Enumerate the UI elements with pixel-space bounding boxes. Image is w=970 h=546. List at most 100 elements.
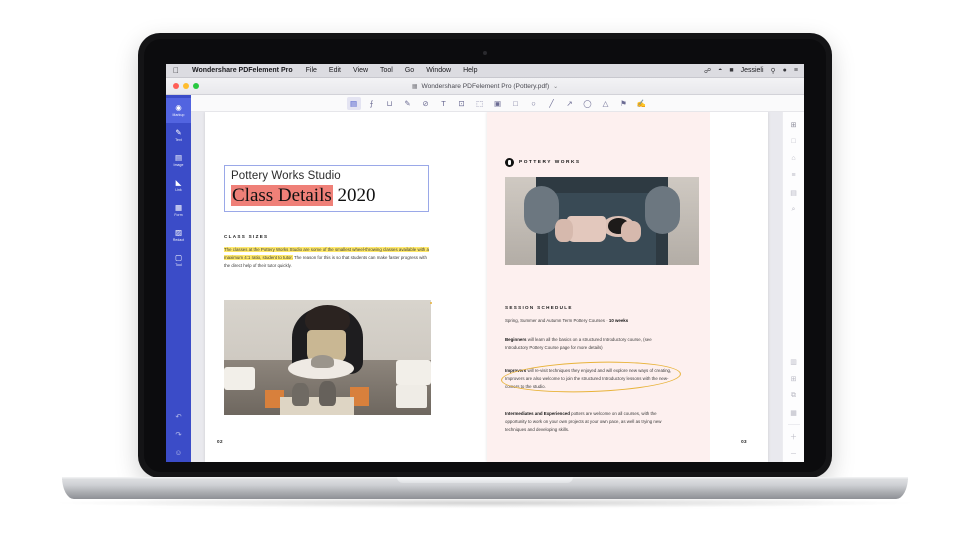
sidebar-item-image[interactable]: ▤ Image xyxy=(166,148,191,173)
section-heading-class-sizes: CLASS SIZES xyxy=(224,234,269,239)
highlight-icon[interactable]: ▤ xyxy=(346,96,361,110)
account-icon: ☺ xyxy=(174,448,183,458)
sidebar-item-redact[interactable]: ▨ Redact xyxy=(166,223,191,248)
beginners-label: Beginners xyxy=(505,337,527,342)
laptop-base-notch xyxy=(397,477,573,483)
image-icon: ▤ xyxy=(174,153,183,163)
zoom-in-icon[interactable]: ＋ xyxy=(783,428,805,445)
document-icon: ▦ xyxy=(411,83,418,90)
sidebar-label-markup: Markup xyxy=(172,112,185,117)
search-icon[interactable]: ⚲ xyxy=(771,67,776,75)
brand-lockup: POTTERY WORKS xyxy=(505,158,581,167)
oval-icon[interactable]: ◯ xyxy=(581,97,595,110)
doc-subtitle: Pottery Works Studio xyxy=(231,170,341,182)
app-titlebar: ▦ Wondershare PDFelement Pro (Pottery.pd… xyxy=(166,78,804,95)
window-title-text: Wondershare PDFelement Pro (Pottery.pdf) xyxy=(421,82,550,90)
callout-icon[interactable]: ⬚ xyxy=(473,97,487,110)
sidebar-label-redact: Redact xyxy=(172,237,185,242)
menubar-username[interactable]: Jessieli xyxy=(741,67,764,74)
menu-help[interactable]: Help xyxy=(457,67,483,74)
page-number-right: 03 xyxy=(741,439,747,444)
accent-dot xyxy=(430,302,432,304)
siri-icon[interactable]: ● xyxy=(783,67,787,74)
improvers-paragraph: Improvers will re-visit techniques they … xyxy=(505,367,675,391)
account-button[interactable]: ☺ xyxy=(166,444,191,462)
sidebar-item-text[interactable]: ✎ Text xyxy=(166,123,191,148)
sidebar-item-tool[interactable]: ▢ Tool xyxy=(166,248,191,273)
pencil-icon: ✎ xyxy=(175,128,182,138)
title-year: 2020 xyxy=(332,185,376,206)
menu-file[interactable]: File xyxy=(300,67,323,74)
webcam-icon xyxy=(483,51,487,55)
sidebar-item-markup[interactable]: ◉ Markup xyxy=(166,98,191,123)
beginners-text: will learn all the basics on a structure… xyxy=(505,337,652,351)
document-canvas[interactable]: Pottery Works Studio Class Details 2020 … xyxy=(191,112,782,462)
redo-button[interactable]: ↷ xyxy=(166,426,191,444)
page-layout-icon[interactable]: ▥ xyxy=(783,353,805,370)
ceramic-mugs-photo xyxy=(505,177,699,265)
thumbnails-icon[interactable]: ⊞ xyxy=(783,116,805,133)
laptop-shadow xyxy=(60,498,910,508)
right-panel-rail: ⊞ □ ⌂ ≡ ▤ ⌕ ▥ ⊞ ⧉ ▦ ＋ － xyxy=(782,112,804,462)
apple-icon[interactable]:  xyxy=(171,66,185,75)
sidebar-label-form: Form xyxy=(174,212,183,217)
bookmark-icon[interactable]: ⌂ xyxy=(783,150,805,167)
rectangle-icon[interactable]: □ xyxy=(509,97,523,110)
tool-icon: ▢ xyxy=(174,253,183,263)
menu-view[interactable]: View xyxy=(347,67,374,74)
eraser-icon[interactable]: ⊘ xyxy=(419,97,433,110)
arrow-icon[interactable]: ↗ xyxy=(563,97,577,110)
sidebar-item-form[interactable]: ▦ Form xyxy=(166,198,191,223)
laptop-base xyxy=(62,477,908,499)
bluetooth-icon[interactable]: ☍ xyxy=(704,67,711,75)
link-icon: ◣ xyxy=(175,178,182,188)
strikethrough-icon[interactable]: ⨍ xyxy=(365,97,379,110)
page-add-icon[interactable]: ⊞ xyxy=(783,370,805,387)
undo-icon: ↶ xyxy=(175,412,182,422)
pottery-logo-icon xyxy=(505,158,514,167)
control-center-icon[interactable]: ≡ xyxy=(794,67,798,74)
redact-icon: ▨ xyxy=(174,228,183,238)
wifi-icon[interactable]: ◓ xyxy=(718,67,722,74)
pencil-tool-icon[interactable]: ✎ xyxy=(401,97,415,110)
signature-icon[interactable]: ✍ xyxy=(635,97,649,110)
text-box-icon[interactable]: ⊡ xyxy=(455,97,469,110)
page-title: Class Details 2020 xyxy=(231,185,376,206)
battery-icon[interactable]: ■ xyxy=(729,67,733,74)
chevron-down-icon[interactable]: ⌄ xyxy=(553,83,558,90)
menu-go[interactable]: Go xyxy=(399,67,420,74)
triangle-icon[interactable]: △ xyxy=(599,97,613,110)
menu-edit[interactable]: Edit xyxy=(323,67,347,74)
intermediates-paragraph: Intermediates and Experienced potters ar… xyxy=(505,410,675,434)
menubar-app-name[interactable]: Wondershare PDFelement Pro xyxy=(185,67,300,74)
title-textbox-annotation[interactable]: Pottery Works Studio Class Details 2020 xyxy=(224,165,429,212)
sidebar-label-image: Image xyxy=(173,162,184,167)
page-icon[interactable]: □ xyxy=(783,133,805,150)
pottery-wheel-photo xyxy=(224,300,431,415)
sidebar-label-tool: Tool xyxy=(175,262,182,267)
comments-icon[interactable]: ▤ xyxy=(783,184,805,201)
pdf-page-right[interactable]: POTTERY WORKS SESSION SCHEDULE Spring, S… xyxy=(487,112,768,462)
pdf-page-left[interactable]: Pottery Works Studio Class Details 2020 … xyxy=(205,112,487,462)
note-icon[interactable]: ▣ xyxy=(491,97,505,110)
stamp-icon[interactable]: ⚑ xyxy=(617,97,631,110)
outline-icon[interactable]: ≡ xyxy=(783,167,805,184)
sidebar-item-link[interactable]: ◣ Link xyxy=(166,173,191,198)
line-icon[interactable]: ╱ xyxy=(545,97,559,110)
laptop-screen:  Wondershare PDFelement Pro File Edit V… xyxy=(166,64,804,462)
text-icon[interactable]: T xyxy=(437,97,451,110)
search-panel-icon[interactable]: ⌕ xyxy=(783,201,805,218)
page-extract-icon[interactable]: ⧉ xyxy=(783,387,805,404)
schedule-duration: 10 weeks xyxy=(608,318,629,323)
right-page-content: POTTERY WORKS SESSION SCHEDULE Spring, S… xyxy=(500,112,747,462)
underline-icon[interactable]: ⊔ xyxy=(383,97,397,110)
page-grid-icon[interactable]: ▦ xyxy=(783,404,805,421)
ellipse-icon[interactable]: ○ xyxy=(527,97,541,110)
schedule-text: Spring, Summer and Autumn Term Pottery C… xyxy=(505,318,609,323)
sidebar-label-link: Link xyxy=(175,187,182,192)
menu-window[interactable]: Window xyxy=(420,67,457,74)
zoom-out-icon[interactable]: － xyxy=(783,445,805,462)
menu-tool[interactable]: Tool xyxy=(374,67,399,74)
screenshot-root:  Wondershare PDFelement Pro File Edit V… xyxy=(0,0,970,546)
undo-button[interactable]: ↶ xyxy=(166,408,191,426)
